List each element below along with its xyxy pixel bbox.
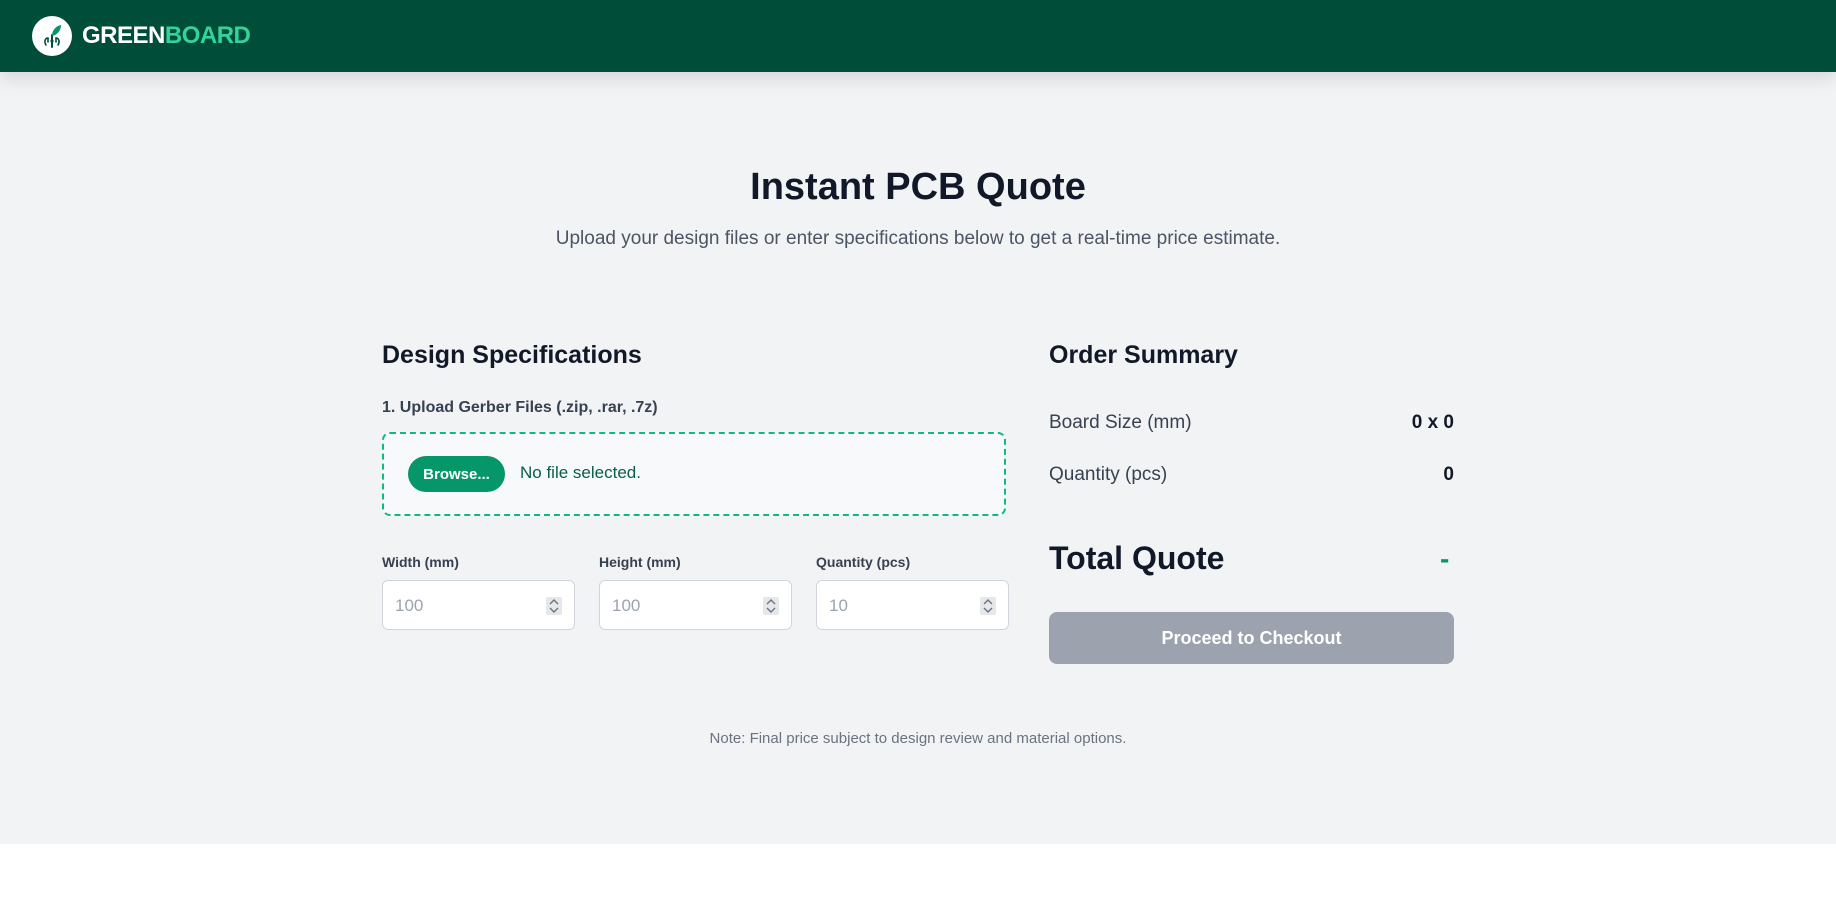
proceed-to-checkout-button[interactable]: Proceed to Checkout — [1049, 612, 1454, 664]
quantity-label: Quantity (pcs) — [816, 554, 911, 570]
file-status-text: No file selected. — [520, 463, 641, 482]
price-note: Note: Final price subject to design revi… — [709, 730, 1127, 747]
width-label: Width (mm) — [382, 554, 459, 570]
spin-arrows-icon[interactable] — [763, 597, 779, 615]
quantity-summary-label: Quantity (pcs) — [1049, 464, 1168, 485]
brand-name-part1: GREEN — [82, 22, 165, 49]
spin-arrows-icon[interactable] — [546, 597, 562, 615]
total-quote-label: Total Quote — [1049, 540, 1225, 576]
order-summary-heading: Order Summary — [1049, 341, 1238, 369]
quantity-row: Quantity (pcs) 0 — [1049, 464, 1454, 486]
browse-button[interactable]: Browse... — [408, 456, 505, 492]
page-title: Instant PCB Quote — [750, 166, 1086, 208]
board-size-label: Board Size (mm) — [1049, 412, 1192, 433]
upload-gerber-label: 1. Upload Gerber Files (.zip, .rar, .7z) — [382, 399, 658, 416]
quantity-field[interactable] — [817, 581, 991, 631]
board-size-value: 0 x 0 — [1411, 412, 1454, 433]
total-quote-value: - — [1440, 543, 1450, 574]
page-subtitle: Upload your design files or enter specif… — [555, 228, 1281, 249]
height-input[interactable] — [599, 580, 792, 631]
brand-name: GREENBOARD — [82, 22, 251, 50]
height-field[interactable] — [600, 581, 774, 631]
width-field[interactable] — [383, 581, 557, 631]
design-specifications-heading: Design Specifications — [382, 341, 642, 369]
width-input[interactable] — [382, 580, 575, 631]
brand-logo[interactable]: GREENBOARD — [32, 16, 251, 56]
brand-name-part2: BOARD — [164, 22, 251, 49]
height-label: Height (mm) — [599, 554, 681, 570]
leaf-circuit-icon — [32, 16, 72, 56]
quantity-summary-value: 0 — [1443, 464, 1454, 485]
gerber-dropzone[interactable]: Browse... No file selected. — [382, 432, 1006, 516]
spin-arrows-icon[interactable] — [980, 597, 996, 615]
quantity-input[interactable] — [816, 580, 1009, 631]
board-size-row: Board Size (mm) 0 x 0 — [1049, 412, 1454, 434]
top-navbar: GREENBOARD — [0, 0, 1836, 72]
